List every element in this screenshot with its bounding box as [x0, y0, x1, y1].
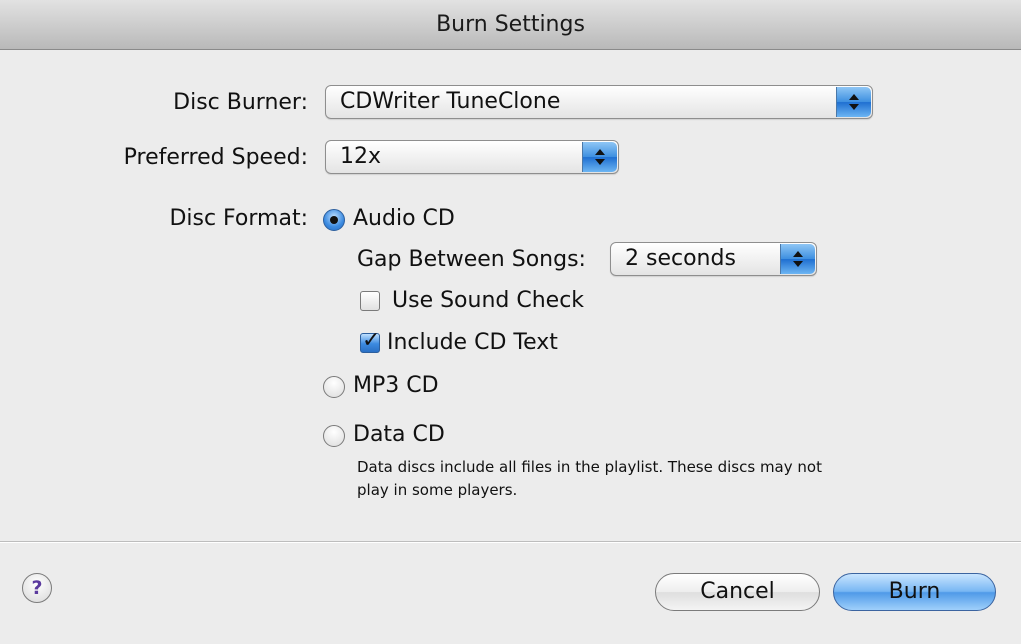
preferred-speed-label: Preferred Speed: [123, 145, 308, 170]
gap-between-songs-value: 2 seconds [625, 246, 736, 271]
burn-button-label: Burn [888, 579, 941, 604]
updown-arrows-icon [780, 244, 815, 274]
mp3-cd-label: MP3 CD [353, 373, 439, 398]
help-button[interactable]: ? [22, 573, 52, 603]
mp3-cd-radio[interactable] [323, 376, 345, 398]
preferred-speed-value: 12x [340, 144, 382, 169]
disc-format-label: Disc Format: [169, 206, 308, 231]
window-title: Burn Settings [436, 12, 585, 37]
footer-divider-highlight [0, 542, 1021, 543]
audio-cd-label: Audio CD [353, 206, 455, 231]
use-sound-check-checkbox[interactable] [360, 291, 380, 311]
include-cd-text-label: Include CD Text [387, 330, 558, 355]
use-sound-check-label: Use Sound Check [392, 288, 585, 313]
data-cd-description: Data discs include all files in the play… [357, 458, 822, 499]
updown-arrows-icon [582, 142, 617, 172]
updown-arrows-icon [836, 87, 871, 117]
help-icon: ? [31, 577, 43, 599]
burn-button[interactable]: Burn [833, 573, 996, 611]
gap-between-songs-label: Gap Between Songs: [357, 247, 586, 272]
radio-dot-icon [330, 216, 338, 224]
audio-cd-radio[interactable] [323, 209, 345, 231]
disc-burner-popup[interactable]: CDWriter TuneClone [325, 85, 873, 119]
cancel-button[interactable]: Cancel [655, 573, 820, 611]
preferred-speed-popup[interactable]: 12x [325, 140, 619, 174]
data-cd-label: Data CD [353, 422, 445, 447]
gap-between-songs-popup[interactable]: 2 seconds [610, 242, 817, 276]
disc-burner-label: Disc Burner: [173, 90, 308, 115]
cancel-button-label: Cancel [700, 579, 775, 604]
disc-burner-value: CDWriter TuneClone [340, 89, 561, 114]
data-cd-radio[interactable] [323, 425, 345, 447]
window-title-bar: Burn Settings [0, 0, 1021, 50]
checkmark-icon: ✓ [362, 328, 381, 353]
include-cd-text-checkbox[interactable]: ✓ [360, 328, 380, 353]
